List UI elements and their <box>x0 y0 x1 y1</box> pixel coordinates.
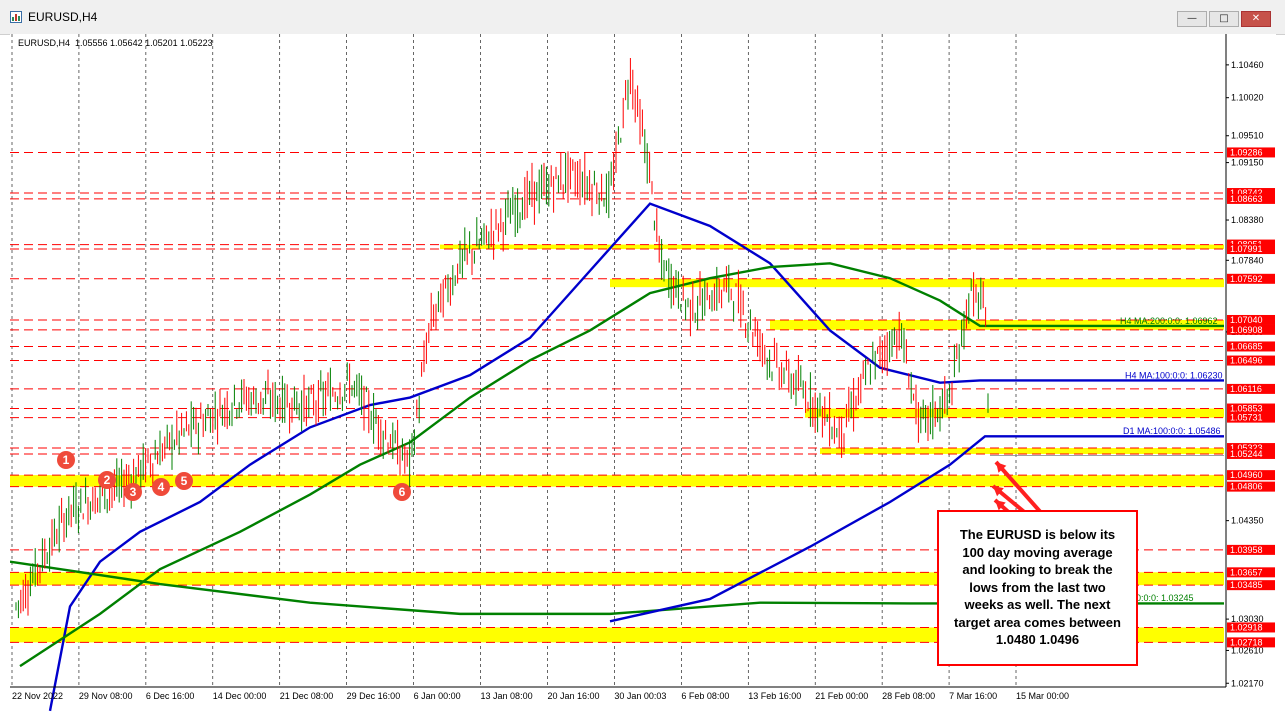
ma-label: H4 MA:200:0:0: 1.06962 <box>1120 316 1218 326</box>
ma-label: D1 MA:100:0:0: 1.05486 <box>1123 426 1221 436</box>
ma-label: H4 MA:100:0:0: 1.06230 <box>1125 370 1223 380</box>
annotation-text: The EURUSD is below its 100 day moving a… <box>954 527 1121 647</box>
level-tag-text: 1.03657 <box>1230 567 1263 577</box>
level-tag-text: 1.09286 <box>1230 147 1263 157</box>
marker-label: 6 <box>399 485 406 499</box>
analysis-annotation-box: The EURUSD is below its 100 day moving a… <box>937 510 1138 666</box>
time-axis: 22 Nov 2022 29 Nov 08:00 6 Dec 16:00 14 Dec… <box>10 686 1226 701</box>
marker-label: 4 <box>158 480 165 494</box>
price-tick-label: 1.04350 <box>1231 516 1264 526</box>
time-tick-label: 22 Nov 2022 <box>12 691 63 701</box>
level-tag-text: 1.03485 <box>1230 580 1263 590</box>
level-tag-text: 1.06685 <box>1230 341 1263 351</box>
level-tag-text: 1.07991 <box>1230 244 1263 254</box>
price-zone-1.05323 <box>820 448 1224 454</box>
close-icon: ✕ <box>1251 13 1261 24</box>
time-tick-label: 13 Jan 08:00 <box>481 691 533 701</box>
price-tick-label: 1.08380 <box>1231 215 1264 225</box>
level-tag-text: 1.03958 <box>1230 545 1263 555</box>
close-button[interactable]: ✕ <box>1241 11 1271 27</box>
price-zone-1.05853 <box>805 408 1224 418</box>
level-tag-text: 1.05244 <box>1230 449 1263 459</box>
time-tick-label: 15 Mar 00:00 <box>1016 691 1069 701</box>
chart-title-bar[interactable]: EURUSD,H4 — □ ✕ <box>0 0 1285 35</box>
level-tag-text: 1.08663 <box>1230 194 1263 204</box>
time-tick-label: 28 Feb 08:00 <box>882 691 935 701</box>
window-title: EURUSD,H4 <box>28 10 98 24</box>
time-tick-label: 6 Feb 08:00 <box>681 691 729 701</box>
terminal-window: EURUSD,H4 — □ ✕ H4 MA:200:0:0: 1.06962 H4… <box>0 0 1285 717</box>
time-tick-label: 29 Dec 16:00 <box>347 691 401 701</box>
time-tick-label: 6 Dec 16:00 <box>146 691 195 701</box>
level-tag-text: 1.05731 <box>1230 413 1263 423</box>
time-tick-label: 7 Mar 16:00 <box>949 691 997 701</box>
maximize-button[interactable]: □ <box>1209 11 1239 27</box>
level-tag-text: 1.02718 <box>1230 637 1263 647</box>
price-tick-label: 1.09150 <box>1231 158 1264 168</box>
level-tag-text: 1.06496 <box>1230 356 1263 366</box>
price-tick-label: 1.10460 <box>1231 60 1264 70</box>
minimize-icon: — <box>1187 13 1197 24</box>
level-tag-text: 1.04806 <box>1230 482 1263 492</box>
chart-window-icon <box>10 11 22 23</box>
symbol-info: EURUSD,H4 1.05556 1.05642 1.05201 1.0522… <box>18 38 213 48</box>
time-tick-label: 6 Jan 00:00 <box>414 691 461 701</box>
minimize-button[interactable]: — <box>1177 11 1207 27</box>
time-tick-label: 30 Jan 00:03 <box>614 691 666 701</box>
marker-label: 3 <box>130 485 137 499</box>
time-tick-label: 21 Feb 00:00 <box>815 691 868 701</box>
level-tag-text: 1.07040 <box>1230 315 1263 325</box>
maximize-icon: □ <box>1219 13 1229 24</box>
price-tick-label: 1.09510 <box>1231 131 1264 141</box>
price-tick-label: 1.02170 <box>1231 678 1264 688</box>
price-tick-label: 1.07840 <box>1231 255 1264 265</box>
marker-label: 5 <box>181 474 188 488</box>
time-tick-label: 29 Nov 08:00 <box>79 691 133 701</box>
time-tick-label: 21 Dec 08:00 <box>280 691 334 701</box>
price-tick-label: 1.10020 <box>1231 93 1264 103</box>
marker-label: 1 <box>63 453 70 467</box>
level-tag-text: 1.06908 <box>1230 325 1263 335</box>
marker-label: 2 <box>104 473 111 487</box>
price-axis: 1.10460 1.10020 1.09510 1.09150 1.08380 1.078… <box>1225 34 1275 688</box>
time-tick-label: 14 Dec 00:00 <box>213 691 267 701</box>
level-tag-text: 1.02918 <box>1230 622 1263 632</box>
time-tick-label: 20 Jan 16:00 <box>547 691 599 701</box>
level-tag-text: 1.07592 <box>1230 274 1263 284</box>
level-tag-text: 1.04960 <box>1230 470 1263 480</box>
time-tick-label: 13 Feb 16:00 <box>748 691 801 701</box>
price-zone-1.07991 <box>440 244 1224 250</box>
level-tag-text: 1.06116 <box>1230 384 1262 394</box>
